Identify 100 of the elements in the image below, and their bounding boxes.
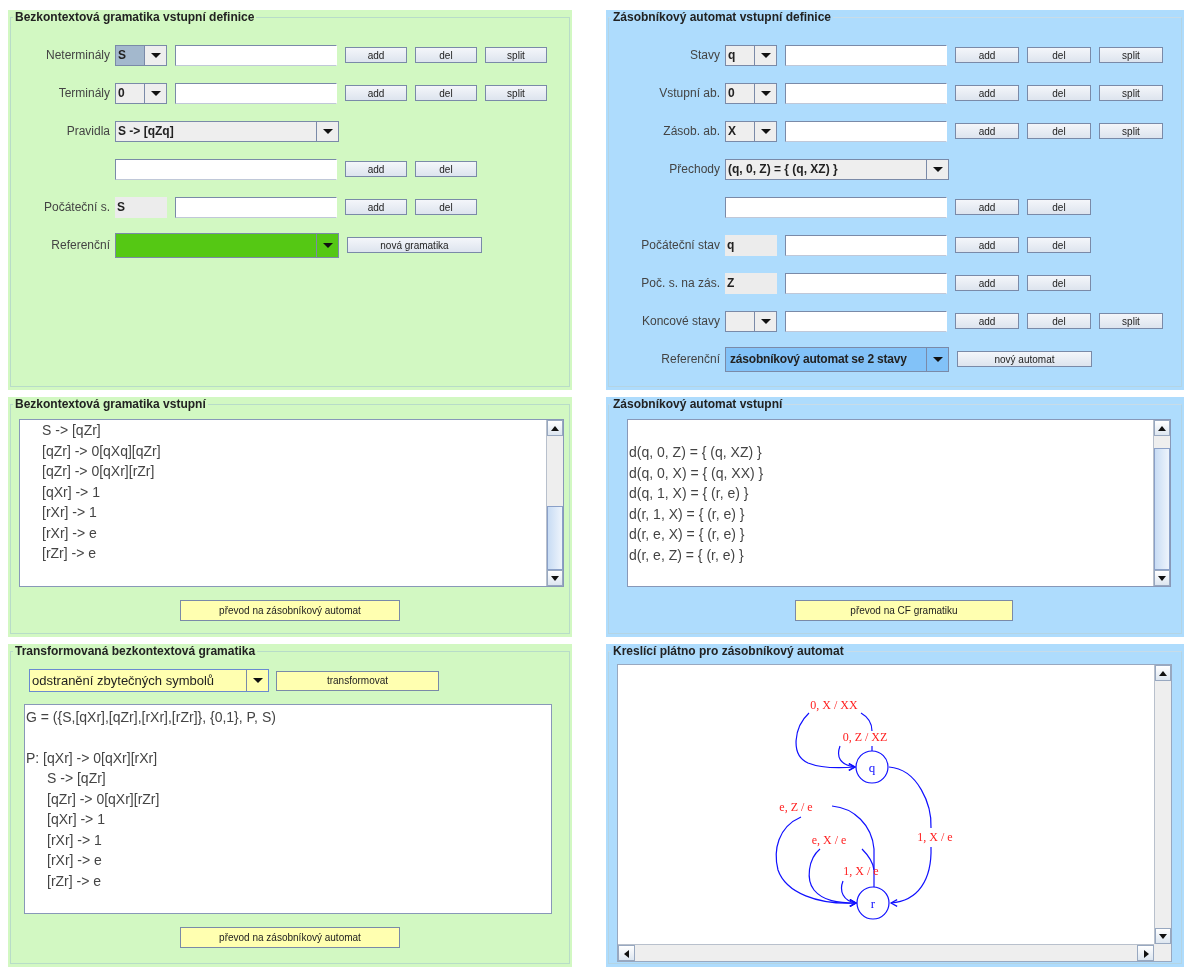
button[interactable]: add: [955, 123, 1019, 139]
transition-label: 0, X / XX: [810, 698, 858, 712]
dropdown-arrow-icon: [150, 52, 161, 58]
text-line: [rZr] -> e: [46, 871, 103, 891]
button[interactable]: add: [955, 47, 1019, 63]
dropdown[interactable]: (q, 0, Z) = { (q, XZ) }: [725, 158, 949, 180]
button[interactable]: del: [415, 199, 477, 215]
button[interactable]: převod na zásobníkový automat: [180, 600, 400, 621]
state-circle: [855, 750, 889, 784]
input-field[interactable]: [175, 196, 337, 218]
input-field[interactable]: [725, 196, 947, 218]
button[interactable]: split: [1099, 123, 1163, 139]
dropdown[interactable]: 0: [725, 82, 777, 104]
button[interactable]: převod na zásobníkový automat: [180, 927, 400, 948]
text-line: [qZr] -> 0[qXr][rZr]: [46, 789, 161, 809]
button[interactable]: del: [1027, 85, 1091, 101]
panel-title: Zásobníkový automat vstupní: [612, 397, 784, 412]
field-label: Počáteční s.: [42, 200, 111, 214]
text-line: d(r, 1, X) = { (r, e) }: [629, 504, 746, 524]
input-field[interactable]: [175, 44, 337, 66]
text-area[interactable]: d(q, 0, Z) = { (q, XZ) } d(q, 0, X) = { (q, XX) } d(q, 1, X) = { (r, e) } d(r, 1, X) = { (r, e) } d(r, e, X) = { (r, e) } d(r, e, Z) = { (r, e) }: [627, 419, 1171, 587]
input-field[interactable]: [785, 82, 947, 104]
scrollbar[interactable]: [1154, 665, 1171, 944]
transition-label: 1, X / e: [843, 864, 879, 878]
text-line: d(r, e, Z) = { (r, e) }: [629, 545, 745, 565]
button[interactable]: transformovat: [276, 670, 439, 691]
text-line: d(q, 1, X) = { (r, e) }: [629, 484, 750, 503]
button[interactable]: převod na CF gramatiku: [795, 600, 1013, 621]
button[interactable]: add: [345, 199, 407, 215]
text-area[interactable]: G = ({S,[qXr],[qZr],[rXr],[rZr]}, {0,1}, P, S) P: [qXr] -> 0[qXr][rXr] S -> [qZr] [qZr] -> 0[qXr][rZr] [qXr] -> 1 [rXr] -> 1 [rXr] -> e [rZr] -> e: [24, 704, 552, 914]
dropdown[interactable]: [725, 310, 777, 332]
button[interactable]: add: [345, 85, 407, 101]
scrollbar[interactable]: [618, 944, 1154, 961]
button[interactable]: del: [1027, 237, 1091, 253]
text-line: [qZr] -> 0[qXq][qZr]: [41, 441, 162, 461]
input-field[interactable]: [175, 82, 337, 104]
button[interactable]: del: [415, 47, 477, 63]
button[interactable]: add: [955, 199, 1019, 215]
button[interactable]: nová gramatika: [347, 237, 482, 253]
button[interactable]: del: [1027, 47, 1091, 63]
dropdown[interactable]: [115, 232, 339, 258]
button[interactable]: del: [1027, 123, 1091, 139]
text-line: [qZr] -> 0[qXr][rZr]: [41, 462, 156, 481]
dropdown[interactable]: q: [725, 44, 777, 66]
button[interactable]: split: [1099, 85, 1163, 101]
field-label: Referenční: [660, 352, 721, 366]
field-label: Zásob. ab.: [662, 124, 721, 138]
scrollbar[interactable]: [546, 420, 563, 586]
panel-title: Zásobníkový automat vstupní definice: [612, 10, 833, 25]
input-field[interactable]: [785, 272, 947, 294]
button[interactable]: del: [1027, 199, 1091, 215]
text-line: d(q, 0, X) = { (q, XX) }: [629, 463, 765, 483]
dropdown-arrow-icon: [252, 678, 263, 683]
text-line: [rXr] -> e: [41, 523, 98, 543]
field-label: Počáteční stav: [640, 238, 721, 252]
button[interactable]: nový automat: [957, 351, 1092, 367]
dropdown[interactable]: odstranění zbytečných symbolů: [29, 669, 269, 692]
button[interactable]: add: [345, 161, 407, 177]
dropdown-arrow-icon: [932, 356, 943, 362]
text-area[interactable]: S -> [qZr] [qZr] -> 0[qXq][qZr] [qZr] -> 0[qXr][rZr] [qXr] -> 1 [rXr] -> 1 [rXr] -> e [rZr] -> e: [19, 419, 564, 587]
read-only-field: q: [725, 234, 777, 256]
dropdown-arrow-icon: [760, 52, 771, 58]
field-label: Stavy: [689, 48, 721, 62]
dropdown[interactable]: zásobníkový automat se 2 stavy: [725, 346, 949, 372]
button[interactable]: add: [345, 47, 407, 63]
button[interactable]: split: [1099, 47, 1163, 63]
read-only-field: S: [115, 196, 167, 218]
transition-label: 0, Z / XZ: [842, 730, 888, 744]
text-line: S -> [qZr]: [41, 421, 102, 440]
button[interactable]: split: [485, 47, 547, 63]
dropdown[interactable]: S -> [qZq]: [115, 120, 339, 142]
input-field[interactable]: [785, 310, 947, 332]
button[interactable]: split: [1099, 313, 1163, 329]
drawing-canvas[interactable]: 0, X / XX 0, Z / XZ e, Z / e e, X / e 1, X / e 1, X / e q r: [617, 664, 1172, 962]
input-field[interactable]: [785, 234, 947, 256]
button[interactable]: del: [1027, 275, 1091, 291]
dropdown[interactable]: 0: [115, 82, 167, 104]
field-label: Přechody: [668, 162, 721, 176]
button[interactable]: add: [955, 237, 1019, 253]
button[interactable]: del: [415, 85, 477, 101]
state-label: q: [868, 760, 876, 775]
scrollbar[interactable]: [1153, 420, 1170, 586]
dropdown-arrow-icon: [932, 166, 943, 172]
text-line: S -> [qZr]: [46, 769, 107, 788]
input-field[interactable]: [785, 120, 947, 142]
button[interactable]: del: [415, 161, 477, 177]
button[interactable]: add: [955, 85, 1019, 101]
text-line: [rXr] -> e: [46, 851, 103, 870]
input-field[interactable]: [785, 44, 947, 66]
button[interactable]: split: [485, 85, 547, 101]
button[interactable]: add: [955, 313, 1019, 329]
text-line: d(q, 0, Z) = { (q, XZ) }: [629, 443, 763, 462]
input-field[interactable]: [115, 158, 337, 180]
button[interactable]: add: [955, 275, 1019, 291]
dropdown-arrow-icon: [760, 318, 771, 324]
button[interactable]: del: [1027, 313, 1091, 329]
field-label: Vstupní ab.: [658, 86, 721, 100]
dropdown[interactable]: X: [725, 120, 777, 142]
field-label: Pravidla: [65, 124, 111, 138]
dropdown[interactable]: S: [115, 44, 167, 66]
